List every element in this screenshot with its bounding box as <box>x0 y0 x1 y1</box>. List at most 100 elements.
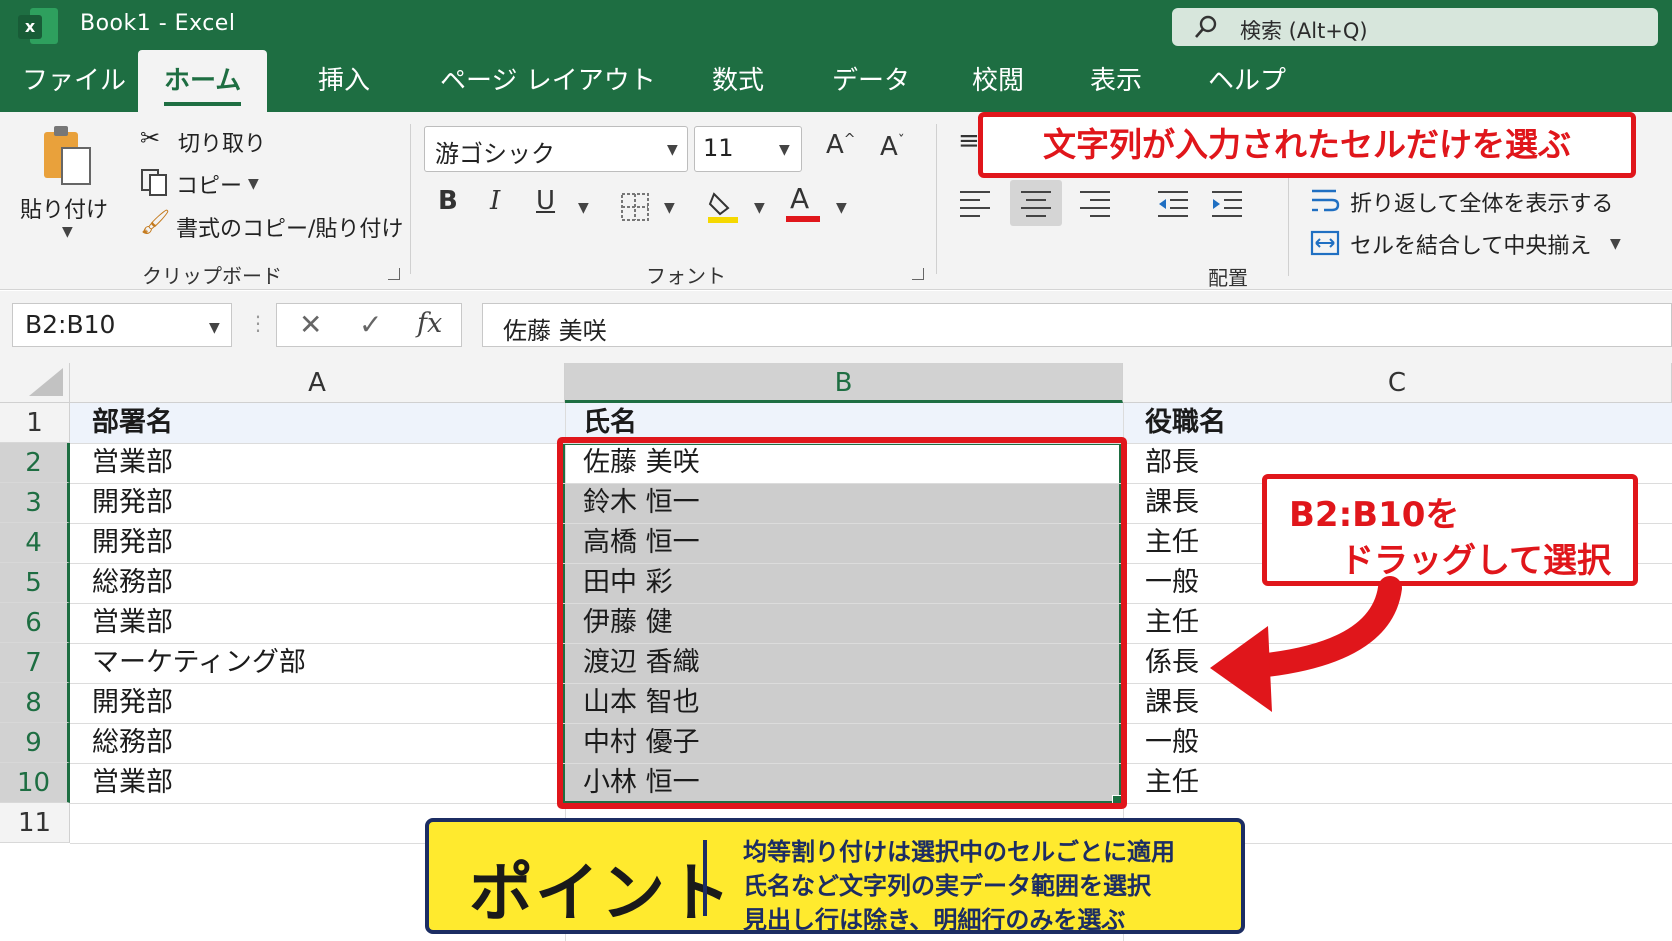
table-cell[interactable]: 開発部 <box>70 523 565 563</box>
align-center-button[interactable] <box>1010 180 1062 226</box>
formula-buttons: ✕ ✓ fx <box>276 303 462 347</box>
font-color-dropdown-icon[interactable]: ▼ <box>836 200 847 216</box>
scissors-icon: ✂ <box>140 124 161 152</box>
merge-center-button[interactable]: セルを結合して中央揃え ▼ <box>1310 226 1630 260</box>
drag-callout: B2:B10を ドラッグして選択 <box>1262 474 1638 586</box>
format-painter-button[interactable]: 🖌 書式のコピー/貼り付け <box>140 208 403 242</box>
table-cell[interactable]: 主任 <box>1123 763 1672 803</box>
cancel-icon[interactable]: ✕ <box>299 308 322 341</box>
fill-color-dropdown-icon[interactable]: ▼ <box>754 200 765 216</box>
paste-label: 貼り付け <box>20 198 109 223</box>
border-dropdown-icon[interactable]: ▼ <box>664 200 675 216</box>
grow-font-icon[interactable]: A^ <box>826 130 856 160</box>
paintbrush-icon: 🖌 <box>140 208 171 236</box>
row-header[interactable]: 11 <box>0 803 70 843</box>
cut-button[interactable]: ✂ 切り取り <box>140 124 290 158</box>
row-header[interactable]: 9 <box>0 723 70 763</box>
point-box: ポイント 均等割り付けは選択中のセルごとに適用 氏名など文字列の実データ範囲を選… <box>425 818 1245 934</box>
underline-button[interactable]: U <box>536 186 555 216</box>
formula-input[interactable]: 佐藤 美咲 <box>482 303 1672 347</box>
top-align-icon[interactable]: ≡ <box>958 126 980 156</box>
format-painter-label: 書式のコピー/貼り付け <box>176 217 404 242</box>
wrap-text-label: 折り返して全体を表示する <box>1350 192 1614 217</box>
align-right-icon[interactable] <box>1078 188 1112 218</box>
column-header-b[interactable]: B <box>565 363 1123 403</box>
group-separator <box>410 124 411 274</box>
row-header[interactable]: 4 <box>0 523 70 563</box>
enter-check-icon[interactable]: ✓ <box>359 308 382 341</box>
header-cell[interactable]: 役職名 <box>1123 403 1672 443</box>
alignment-group-label: 配置 <box>1208 266 1248 290</box>
bold-button[interactable]: B <box>438 186 458 216</box>
table-cell[interactable]: 開発部 <box>70 683 565 723</box>
row-header[interactable]: 5 <box>0 563 70 603</box>
cut-label: 切り取り <box>178 132 267 157</box>
row-header[interactable]: 8 <box>0 683 70 723</box>
shrink-font-icon[interactable]: Aˇ <box>880 132 905 162</box>
table-cell[interactable]: 課長 <box>1123 683 1672 723</box>
paste-dropdown-icon[interactable]: ▼ <box>62 224 73 240</box>
table-cell[interactable]: 総務部 <box>70 723 565 763</box>
underline-dropdown-icon[interactable]: ▼ <box>578 200 589 216</box>
table-cell[interactable]: 営業部 <box>70 603 565 643</box>
copy-dropdown-icon[interactable]: ▼ <box>248 176 259 192</box>
font-size-value: 11 <box>703 134 734 162</box>
font-color-icon[interactable]: A <box>786 182 822 224</box>
align-left-icon[interactable] <box>958 188 992 218</box>
font-launcher-icon[interactable] <box>912 268 924 280</box>
window-title: Book1 - Excel <box>80 11 236 36</box>
fill-color-icon[interactable] <box>706 188 740 224</box>
header-cell[interactable]: 部署名 <box>70 403 565 443</box>
font-name-select[interactable]: 游ゴシック ▼ <box>424 126 688 172</box>
row-header[interactable]: 7 <box>0 643 70 683</box>
column-header-a[interactable]: A <box>70 363 565 403</box>
point-title: ポイント <box>469 857 733 931</box>
row-header[interactable]: 10 <box>0 763 70 803</box>
tab-page-layout[interactable]: ページ レイアウト <box>436 50 660 112</box>
tab-home-label: ホーム <box>164 66 242 96</box>
select-all-button[interactable] <box>0 363 70 403</box>
row-header[interactable]: 3 <box>0 483 70 523</box>
table-cell[interactable]: マーケティング部 <box>70 643 565 683</box>
table-cell[interactable]: 総務部 <box>70 563 565 603</box>
table-cell[interactable]: 一般 <box>1123 723 1672 763</box>
copy-button[interactable]: コピー ▼ <box>140 166 270 200</box>
table-cell[interactable]: 係長 <box>1123 643 1672 683</box>
chevron-down-icon: ▼ <box>209 320 220 336</box>
column-header-c[interactable]: C <box>1123 363 1672 403</box>
clipboard-launcher-icon[interactable] <box>388 268 400 280</box>
excel-logo-icon: x <box>18 8 58 44</box>
insert-function-icon[interactable]: fx <box>417 308 442 339</box>
paste-button[interactable]: 貼り付け ▼ <box>10 120 120 245</box>
italic-button[interactable]: I <box>490 186 500 216</box>
title-bar: x Book1 - Excel 検索 (Alt+Q) <box>0 0 1672 50</box>
clipboard-group-label: クリップボード <box>142 264 282 288</box>
row-header[interactable]: 1 <box>0 403 70 443</box>
search-box[interactable]: 検索 (Alt+Q) <box>1172 8 1658 46</box>
tab-home[interactable]: ホーム <box>138 50 268 112</box>
name-box[interactable]: B2:B10 ▼ <box>12 303 232 347</box>
name-box-value: B2:B10 <box>25 310 116 339</box>
table-cell[interactable]: 営業部 <box>70 443 565 483</box>
tab-help[interactable]: ヘルプ <box>1204 50 1290 112</box>
tab-formulas[interactable]: 数式 <box>708 50 768 112</box>
tab-data[interactable]: データ <box>828 50 914 112</box>
tab-view[interactable]: 表示 <box>1086 50 1146 112</box>
decrease-indent-icon[interactable] <box>1156 188 1190 218</box>
tab-insert[interactable]: 挿入 <box>314 50 374 112</box>
merge-dropdown-icon[interactable]: ▼ <box>1610 236 1621 252</box>
selection-callout-frame <box>557 437 1127 809</box>
tab-review[interactable]: 校閲 <box>968 50 1028 112</box>
table-cell[interactable]: 主任 <box>1123 603 1672 643</box>
wrap-text-button[interactable]: 折り返して全体を表示する <box>1310 184 1630 218</box>
table-cell[interactable]: 開発部 <box>70 483 565 523</box>
table-cell[interactable]: 営業部 <box>70 763 565 803</box>
group-separator <box>1288 172 1289 276</box>
font-group-label: フォント <box>646 264 726 288</box>
row-header[interactable]: 2 <box>0 443 70 483</box>
font-size-select[interactable]: 11 ▼ <box>694 126 802 172</box>
increase-indent-icon[interactable] <box>1210 188 1244 218</box>
border-icon[interactable] <box>620 192 650 222</box>
row-header[interactable]: 6 <box>0 603 70 643</box>
tab-file[interactable]: ファイル <box>18 50 130 112</box>
